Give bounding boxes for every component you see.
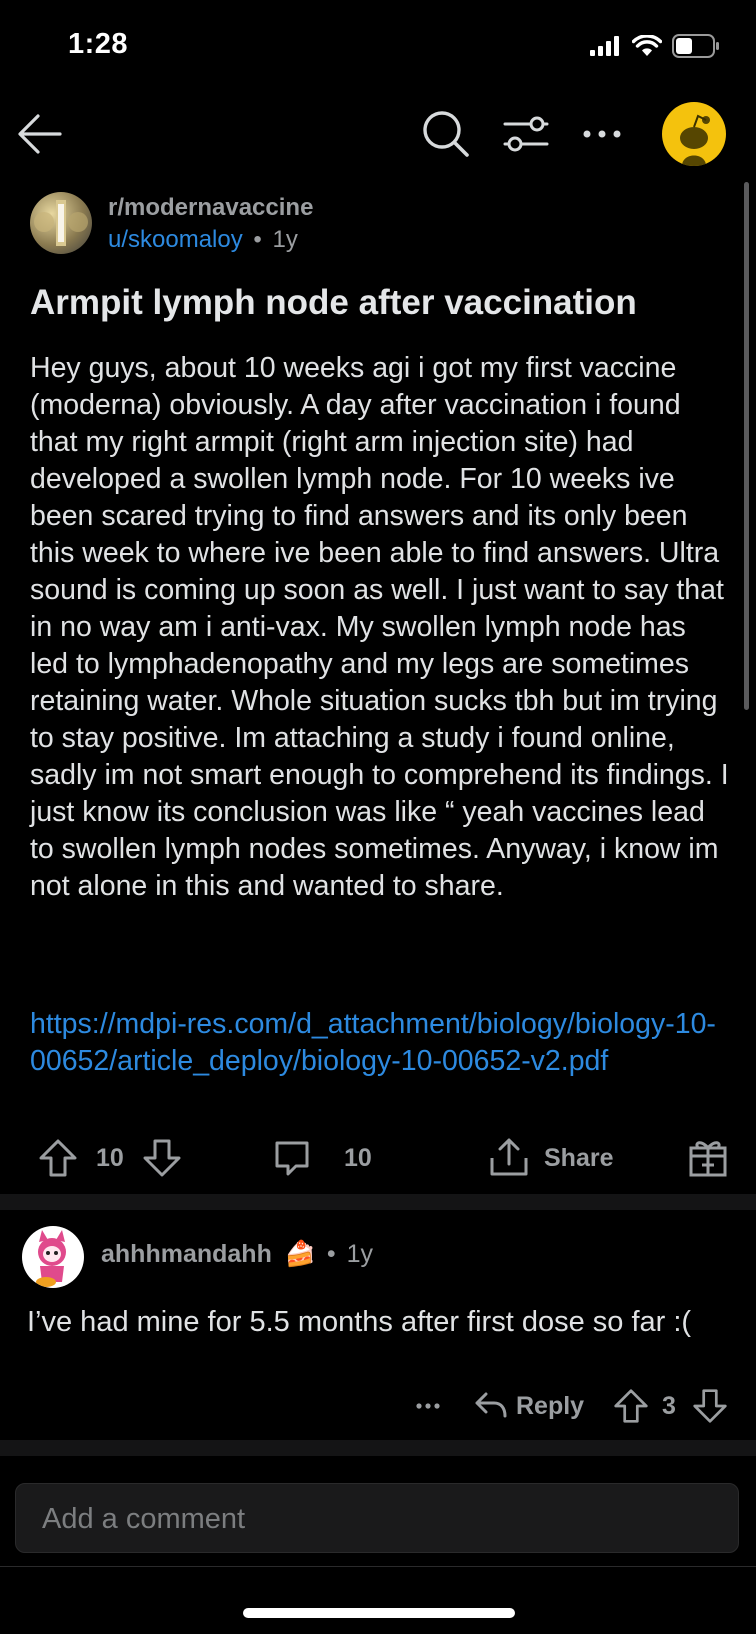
- subreddit-avatar[interactable]: [30, 192, 92, 254]
- post-author[interactable]: u/skoomaloy: [108, 226, 243, 253]
- sort-filter-button[interactable]: [498, 106, 554, 162]
- post-age: 1y: [272, 226, 298, 253]
- comment-icon[interactable]: [272, 1138, 312, 1178]
- status-time: 1:28: [68, 28, 129, 60]
- share-button-label[interactable]: Share: [544, 1144, 613, 1173]
- cellular-signal-icon: [590, 36, 619, 56]
- user-avatar[interactable]: [662, 102, 726, 166]
- post-action-row: 10 10 Share: [0, 1130, 756, 1184]
- back-button[interactable]: [12, 106, 68, 162]
- add-comment-placeholder: Add a comment: [42, 1503, 246, 1535]
- snoo-avatar-icon: [680, 114, 710, 166]
- comment-vote-count: 3: [662, 1392, 676, 1420]
- comment-meta: ahhhmandahh 🍰 • 1y: [101, 1240, 373, 1269]
- back-arrow-icon: [18, 114, 62, 154]
- section-divider: [0, 1440, 756, 1456]
- more-options-button[interactable]: [574, 106, 630, 162]
- subreddit-icon: [34, 200, 88, 246]
- add-comment-input[interactable]: Add a comment: [15, 1483, 739, 1553]
- comment-upvote-icon[interactable]: [613, 1388, 649, 1424]
- comment-author[interactable]: ahhhmandahh: [101, 1240, 272, 1268]
- bottom-divider: [0, 1566, 756, 1567]
- post-comment-count[interactable]: 10: [344, 1144, 372, 1173]
- downvote-icon[interactable]: [142, 1138, 182, 1178]
- reply-arrow-icon: [475, 1392, 507, 1418]
- more-options-icon: [583, 130, 621, 138]
- meta-separator: •: [326, 1240, 336, 1268]
- comment-downvote-icon[interactable]: [692, 1388, 728, 1424]
- user-flair-icon: 🍰: [284, 1240, 316, 1268]
- comment-author-avatar[interactable]: [22, 1226, 84, 1288]
- comment-age: 1y: [346, 1240, 374, 1268]
- subreddit-name[interactable]: r/modernavaccine: [108, 194, 313, 222]
- wifi-icon: [632, 35, 662, 56]
- reply-button[interactable]: Reply: [474, 1386, 584, 1426]
- scrollbar[interactable]: [744, 182, 749, 710]
- upvote-icon[interactable]: [38, 1138, 78, 1178]
- comment-more-button[interactable]: [414, 1386, 444, 1426]
- search-icon: [423, 111, 469, 157]
- meta-separator: •: [253, 226, 262, 253]
- sort-filter-icon: [503, 116, 549, 152]
- section-divider: [0, 1194, 756, 1210]
- search-button[interactable]: [418, 106, 474, 162]
- comment-avatar-image: [36, 1230, 66, 1287]
- reply-label: Reply: [516, 1391, 585, 1420]
- post-body: Hey guys, about 10 weeks agi i got my fi…: [30, 352, 729, 902]
- post-vote-count: 10: [96, 1144, 124, 1172]
- award-gift-icon[interactable]: [688, 1136, 728, 1178]
- share-icon[interactable]: [488, 1136, 530, 1178]
- post-title: Armpit lymph node after vaccination: [30, 283, 637, 322]
- comment-body: I’ve had mine for 5.5 months after first…: [27, 1306, 692, 1338]
- post-link[interactable]: https://mdpi-res.com/d_attachment/biolog…: [30, 1006, 730, 1080]
- more-options-icon: [416, 1403, 440, 1409]
- home-indicator[interactable]: [243, 1608, 515, 1618]
- post-meta: u/skoomaloy • 1y: [108, 226, 298, 254]
- battery-icon: [672, 34, 719, 58]
- status-icons: [590, 34, 720, 58]
